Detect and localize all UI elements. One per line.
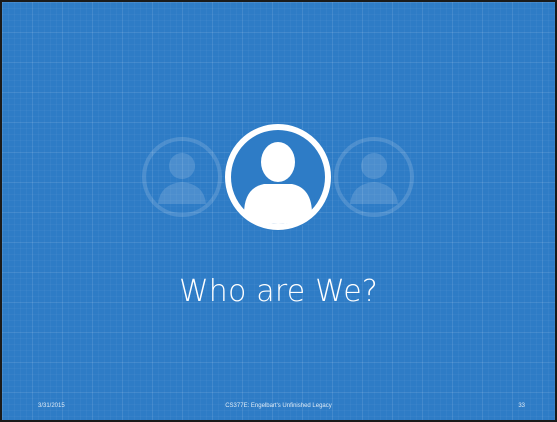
slide-title: Who are We? <box>178 274 379 309</box>
user-icon-group <box>2 114 555 254</box>
footer-course-title: CS377E: Engelbart's Unfinished Legacy <box>225 403 332 409</box>
slide-footer: 3/31/2015 CS377E: Engelbart's Unfinished… <box>2 400 555 414</box>
user-icon <box>142 137 222 217</box>
footer-page-number: 33 <box>518 403 525 409</box>
slide: Who are We? 3/31/2015 CS377E: Engelbart'… <box>0 0 557 422</box>
user-icon <box>334 137 414 217</box>
user-icon <box>224 123 332 231</box>
